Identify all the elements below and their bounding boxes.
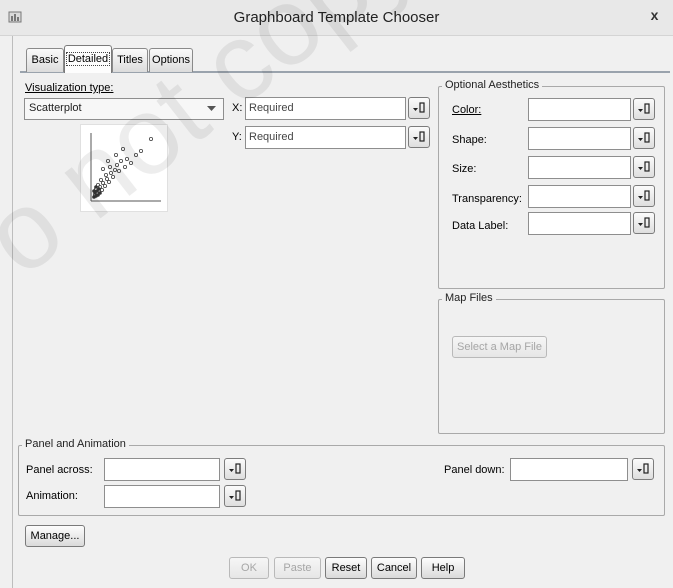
tab-titles[interactable]: Titles (112, 48, 148, 72)
manage-button[interactable]: Manage... (25, 525, 85, 547)
close-button[interactable]: x (638, 4, 671, 26)
field-pick-icon (638, 190, 650, 201)
y-axis-value: Required (249, 131, 294, 143)
panel-animation-title: Panel and Animation (22, 438, 129, 450)
y-axis-field[interactable]: Required (245, 126, 406, 149)
panel-across-label: Panel across: (26, 464, 93, 476)
visualization-type-label: Visualization type: (25, 82, 113, 94)
transparency-field[interactable] (528, 185, 631, 208)
field-pick-icon (638, 217, 650, 228)
color-field[interactable] (528, 98, 631, 121)
y-axis-pick-button[interactable] (408, 126, 430, 148)
data-label-field[interactable] (528, 212, 631, 235)
tab-basic[interactable]: Basic (26, 48, 64, 72)
field-pick-icon (229, 463, 241, 474)
paste-button[interactable]: Paste (274, 557, 321, 579)
ok-button[interactable]: OK (229, 557, 269, 579)
shape-label: Shape: (452, 134, 487, 146)
window-title: Graphboard Template Chooser (233, 9, 440, 26)
field-pick-icon (229, 490, 241, 501)
optional-aesthetics-title: Optional Aesthetics (442, 79, 543, 91)
field-pick-icon (413, 102, 425, 113)
help-button[interactable]: Help (421, 557, 465, 579)
transparency-label: Transparency: (452, 193, 522, 205)
map-files-title: Map Files (442, 292, 496, 304)
field-pick-icon (638, 161, 650, 172)
x-axis-label: X: (232, 102, 243, 114)
color-pick-button[interactable] (633, 98, 655, 120)
color-label: Color: (452, 104, 482, 116)
transparency-pick-button[interactable] (633, 185, 655, 207)
cancel-button[interactable]: Cancel (371, 557, 417, 579)
x-axis-value: Required (249, 102, 294, 114)
panel-down-label: Panel down: (444, 464, 505, 476)
animation-label: Animation: (26, 490, 78, 502)
size-field[interactable] (528, 156, 631, 179)
visualization-type-text: Visualization type: (25, 82, 114, 94)
shape-pick-button[interactable] (633, 127, 655, 149)
tab-options[interactable]: Options (149, 48, 193, 72)
animation-field[interactable] (104, 485, 220, 508)
map-files-group (438, 299, 665, 434)
shape-field[interactable] (528, 127, 631, 150)
panel-across-pick-button[interactable] (224, 458, 246, 480)
select-map-file-button[interactable]: Select a Map File (452, 336, 547, 358)
size-label: Size: (452, 163, 477, 175)
field-pick-icon (638, 103, 650, 114)
scatterplot-thumbnail-icon (90, 133, 161, 202)
x-axis-pick-button[interactable] (408, 97, 430, 119)
field-pick-icon (413, 131, 425, 142)
panel-across-field[interactable] (104, 458, 220, 481)
x-axis-field[interactable]: Required (245, 97, 406, 120)
visualization-type-select[interactable]: Scatterplot (24, 98, 224, 120)
animation-pick-button[interactable] (224, 485, 246, 507)
tab-detailed[interactable]: Detailed (64, 45, 112, 73)
y-axis-label: Y: (232, 131, 242, 143)
size-pick-button[interactable] (633, 156, 655, 178)
tab-detailed-label: Detailed (65, 52, 111, 66)
reset-button[interactable]: Reset (325, 557, 367, 579)
panel-down-pick-button[interactable] (632, 458, 654, 480)
data-label-pick-button[interactable] (633, 212, 655, 234)
visualization-type-value: Scatterplot (29, 102, 82, 114)
chevron-down-icon (207, 106, 216, 111)
visualization-preview (80, 124, 168, 212)
data-label-label: Data Label: (452, 220, 509, 232)
field-pick-icon (638, 132, 650, 143)
panel-down-field[interactable] (510, 458, 628, 481)
field-pick-icon (637, 463, 649, 474)
